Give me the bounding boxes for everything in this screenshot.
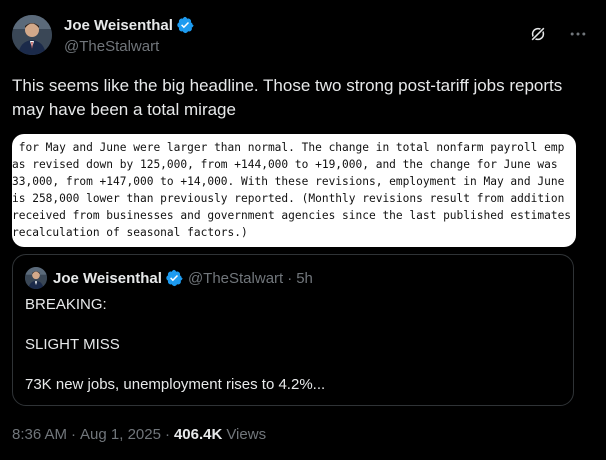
author-info: Joe Weisenthal @TheStalwart (64, 15, 194, 55)
media-text-line: is 258,000 lower than previously reporte… (12, 192, 565, 205)
quoted-text-line: 73K new jobs, unemployment rises to 4.2%… (25, 376, 326, 393)
tweet-meta: 8:36 AM · Aug 1, 2025 · 406.4K Views (12, 424, 266, 444)
person-avatar-icon (25, 267, 47, 289)
verified-badge-icon[interactable] (165, 269, 183, 287)
media-text-line: received from businesses and government … (12, 209, 572, 222)
tweet-header: Joe Weisenthal @TheStalwart (12, 12, 594, 60)
views-count: 406.4K (173, 425, 223, 443)
quoted-text-line (25, 315, 555, 335)
media-text-line: as revised down by 125,000, from +144,00… (12, 158, 558, 171)
quoted-text-line: BREAKING: (25, 296, 107, 313)
author-handle[interactable]: @TheStalwart (64, 38, 194, 55)
separator-dot: · (164, 425, 170, 443)
verified-badge-icon[interactable] (176, 16, 194, 34)
quoted-tweet[interactable]: Joe Weisenthal @TheStalwart · 5h BREAKIN… (12, 254, 574, 406)
author-avatar[interactable] (12, 15, 52, 55)
tweet-media-image[interactable]: for May and June were larger than normal… (12, 134, 576, 247)
more-options-icon[interactable] (568, 24, 588, 44)
media-text-line: recalculation of seasonal factors.) (12, 226, 248, 239)
quoted-tweet-time[interactable]: 5h (296, 270, 313, 287)
quoted-text-line (25, 355, 555, 375)
quoted-author-name[interactable]: Joe Weisenthal (53, 270, 162, 287)
separator-dot: · (71, 425, 77, 443)
grok-icon[interactable] (528, 24, 548, 44)
author-display-name[interactable]: Joe Weisenthal (64, 17, 173, 34)
quoted-text-line: SLIGHT MISS (25, 336, 120, 353)
author-name-row: Joe Weisenthal (64, 15, 194, 35)
quoted-tweet-text: BREAKING: SLIGHT MISS 73K new jobs, unem… (25, 295, 555, 395)
quoted-author-avatar[interactable] (25, 267, 47, 289)
person-avatar-icon (12, 15, 52, 55)
separator-dot: · (287, 269, 293, 287)
tweet-text: This seems like the big headline. Those … (12, 76, 563, 119)
tweet-date[interactable]: Aug 1, 2025 (80, 426, 161, 443)
tweet-time[interactable]: 8:36 AM (12, 426, 67, 443)
media-text-line: for May and June were larger than normal… (12, 141, 565, 154)
quoted-tweet-header: Joe Weisenthal @TheStalwart · 5h (53, 268, 313, 288)
views-label: Views (226, 425, 267, 443)
media-text-line: 33,000, from +147,000 to +14,000. With t… (12, 175, 565, 188)
quoted-author-handle[interactable]: @TheStalwart (188, 270, 283, 287)
tweet: Joe Weisenthal @TheStalwart This seems l… (0, 0, 606, 460)
